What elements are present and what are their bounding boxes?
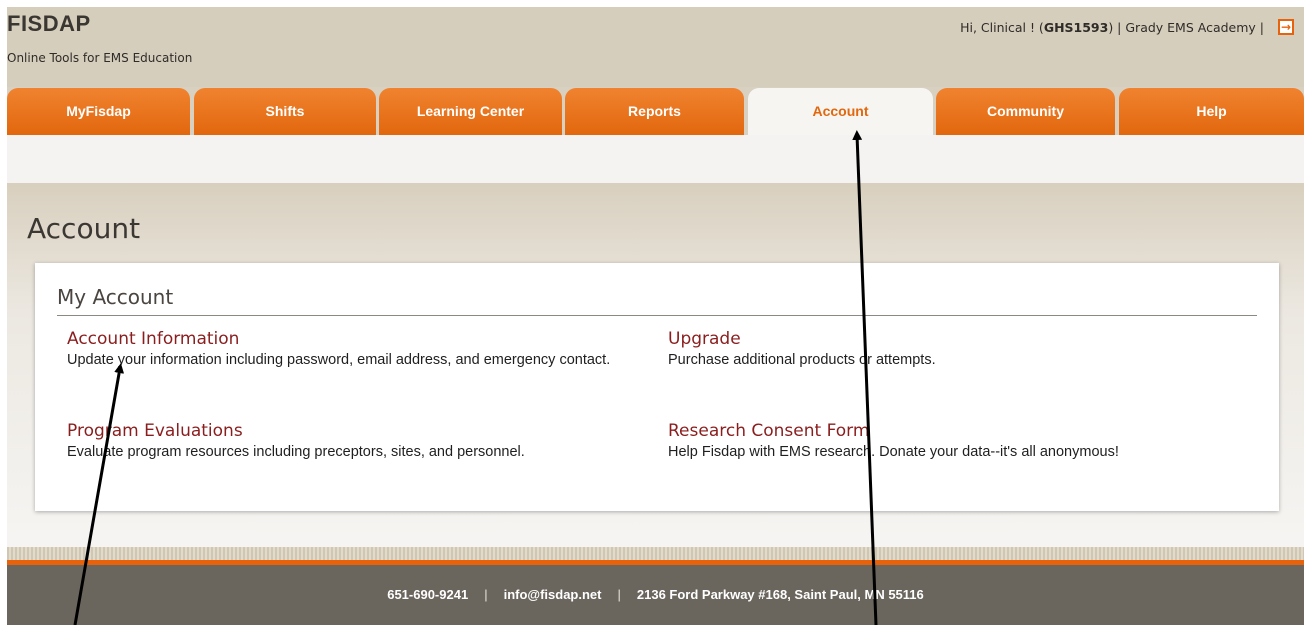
footer-separator: |	[484, 587, 488, 602]
footer: 651-690-9241 | info@fisdap.net | 2136 Ford P…	[7, 565, 1304, 625]
page-title: Account	[27, 212, 141, 245]
greeting-prefix: Hi, Clinical ! (	[960, 20, 1044, 35]
tab-help[interactable]: Help	[1119, 88, 1304, 135]
user-info: Hi, Clinical ! (GHS1593) | Grady EMS Aca…	[960, 20, 1264, 35]
tab-myfisdap[interactable]: MyFisdap	[7, 88, 190, 135]
subnav-strip	[7, 135, 1304, 183]
logo[interactable]: FISDAP	[7, 11, 91, 37]
item-program-evaluations: Program Evaluations Evaluate program res…	[67, 421, 627, 462]
tab-reports[interactable]: Reports	[565, 88, 744, 135]
item-upgrade: Upgrade Purchase additional products or …	[668, 329, 1228, 370]
user-id: GHS1593	[1043, 20, 1109, 35]
header: FISDAP Online Tools for EMS Education Hi…	[7, 7, 1304, 87]
greeting-suffix: ) | Grady EMS Academy |	[1108, 20, 1264, 35]
program-evaluations-desc: Evaluate program resources including pre…	[67, 444, 525, 460]
section-title: My Account	[57, 285, 174, 309]
tab-shifts[interactable]: Shifts	[194, 88, 376, 135]
my-account-card: My Account Account Information Update yo…	[35, 263, 1279, 511]
footer-phone: 651-690-9241	[387, 587, 469, 602]
tab-learning-center[interactable]: Learning Center	[379, 88, 562, 135]
footer-separator: |	[617, 587, 621, 602]
research-consent-form-desc: Help Fisdap with EMS research. Donate yo…	[668, 444, 1119, 460]
upgrade-link[interactable]: Upgrade	[668, 329, 1228, 350]
logout-icon[interactable]: →	[1278, 19, 1294, 35]
main-tabs: MyFisdap Shifts Learning Center Reports …	[7, 88, 1304, 135]
item-research-consent-form: Research Consent Form Help Fisdap with E…	[668, 421, 1228, 462]
page: FISDAP Online Tools for EMS Education Hi…	[7, 7, 1304, 625]
tab-account[interactable]: Account	[748, 88, 933, 135]
footer-email[interactable]: info@fisdap.net	[504, 587, 602, 602]
section-divider	[57, 315, 1257, 316]
item-account-information: Account Information Update your informat…	[67, 329, 627, 370]
account-information-desc: Update your information including passwo…	[67, 352, 611, 368]
footer-address: 2136 Ford Parkway #168, Saint Paul, MN 5…	[636, 587, 924, 602]
program-evaluations-link[interactable]: Program Evaluations	[67, 421, 627, 442]
tab-community[interactable]: Community	[936, 88, 1115, 135]
upgrade-desc: Purchase additional products or attempts…	[668, 352, 936, 368]
account-information-link[interactable]: Account Information	[67, 329, 627, 350]
tagline: Online Tools for EMS Education	[7, 51, 193, 65]
research-consent-form-link[interactable]: Research Consent Form	[668, 421, 1228, 442]
footer-pattern	[7, 547, 1304, 560]
